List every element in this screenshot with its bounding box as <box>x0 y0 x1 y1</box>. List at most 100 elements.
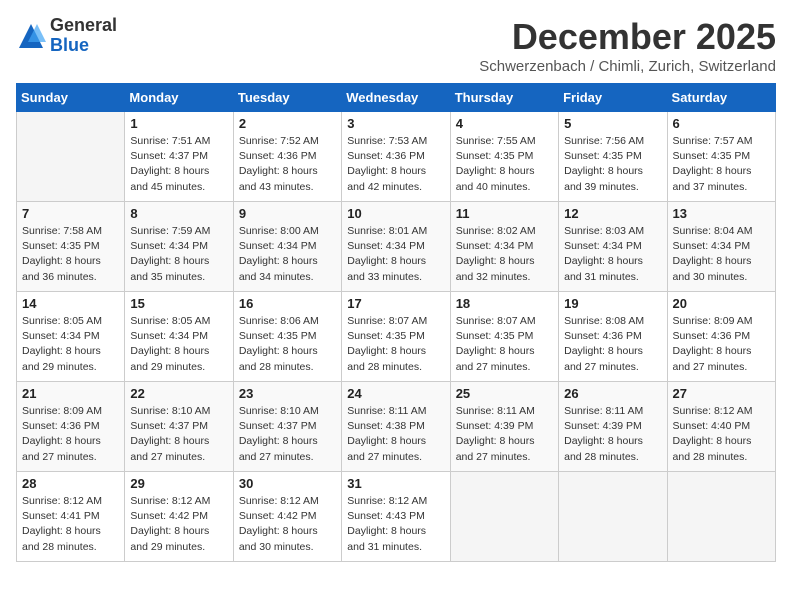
calendar-day-cell <box>667 472 775 562</box>
calendar-day-cell: 11 Sunrise: 8:02 AM Sunset: 4:34 PM Dayli… <box>450 202 558 292</box>
calendar-week-row: 1 Sunrise: 7:51 AM Sunset: 4:37 PM Daylig… <box>17 112 776 202</box>
weekday-header-cell: Tuesday <box>233 84 341 112</box>
weekday-header-cell: Saturday <box>667 84 775 112</box>
day-number: 1 <box>130 116 227 131</box>
weekday-header-cell: Wednesday <box>342 84 450 112</box>
day-info: Sunrise: 7:51 AM Sunset: 4:37 PM Dayligh… <box>130 134 227 195</box>
day-info: Sunrise: 8:01 AM Sunset: 4:34 PM Dayligh… <box>347 224 444 285</box>
day-info: Sunrise: 8:12 AM Sunset: 4:41 PM Dayligh… <box>22 494 119 555</box>
logo-blue-text: Blue <box>50 36 117 56</box>
day-number: 11 <box>456 206 553 221</box>
day-info: Sunrise: 7:56 AM Sunset: 4:35 PM Dayligh… <box>564 134 661 195</box>
day-number: 9 <box>239 206 336 221</box>
day-number: 25 <box>456 386 553 401</box>
day-info: Sunrise: 8:11 AM Sunset: 4:38 PM Dayligh… <box>347 404 444 465</box>
calendar-day-cell: 18Sunrise: 8:07 AM Sunset: 4:35 PM Dayli… <box>450 292 558 382</box>
calendar-day-cell: 27Sunrise: 8:12 AM Sunset: 4:40 PM Dayli… <box>667 382 775 472</box>
day-info: Sunrise: 7:57 AM Sunset: 4:35 PM Dayligh… <box>673 134 770 195</box>
day-number: 2 <box>239 116 336 131</box>
calendar-day-cell: 13Sunrise: 8:04 AM Sunset: 4:34 PM Dayli… <box>667 202 775 292</box>
day-info: Sunrise: 7:59 AM Sunset: 4:34 PM Dayligh… <box>130 224 227 285</box>
day-number: 16 <box>239 296 336 311</box>
day-info: Sunrise: 8:05 AM Sunset: 4:34 PM Dayligh… <box>22 314 119 375</box>
calendar-week-row: 14Sunrise: 8:05 AM Sunset: 4:34 PM Dayli… <box>17 292 776 382</box>
calendar-day-cell: 5 Sunrise: 7:56 AM Sunset: 4:35 PM Daylig… <box>559 112 667 202</box>
calendar-day-cell <box>450 472 558 562</box>
weekday-header-row: SundayMondayTuesdayWednesdayThursdayFrid… <box>17 84 776 112</box>
day-info: Sunrise: 8:10 AM Sunset: 4:37 PM Dayligh… <box>239 404 336 465</box>
day-info: Sunrise: 8:02 AM Sunset: 4:34 PM Dayligh… <box>456 224 553 285</box>
day-number: 27 <box>673 386 770 401</box>
calendar-day-cell: 24 Sunrise: 8:11 AM Sunset: 4:38 PM Dayli… <box>342 382 450 472</box>
day-info: Sunrise: 7:52 AM Sunset: 4:36 PM Dayligh… <box>239 134 336 195</box>
day-info: Sunrise: 8:10 AM Sunset: 4:37 PM Dayligh… <box>130 404 227 465</box>
calendar-day-cell: 17Sunrise: 8:07 AM Sunset: 4:35 PM Dayli… <box>342 292 450 382</box>
calendar-day-cell: 3 Sunrise: 7:53 AM Sunset: 4:36 PM Daylig… <box>342 112 450 202</box>
calendar-day-cell: 30Sunrise: 8:12 AM Sunset: 4:42 PM Dayli… <box>233 472 341 562</box>
weekday-header-cell: Friday <box>559 84 667 112</box>
weekday-header-cell: Monday <box>125 84 233 112</box>
day-number: 3 <box>347 116 444 131</box>
calendar-week-row: 21Sunrise: 8:09 AM Sunset: 4:36 PM Dayli… <box>17 382 776 472</box>
day-number: 20 <box>673 296 770 311</box>
calendar-day-cell: 31 Sunrise: 8:12 AM Sunset: 4:43 PM Dayli… <box>342 472 450 562</box>
calendar-week-row: 7 Sunrise: 7:58 AM Sunset: 4:35 PM Daylig… <box>17 202 776 292</box>
calendar-day-cell: 6 Sunrise: 7:57 AM Sunset: 4:35 PM Daylig… <box>667 112 775 202</box>
calendar-day-cell: 4Sunrise: 7:55 AM Sunset: 4:35 PM Daylig… <box>450 112 558 202</box>
day-info: Sunrise: 8:12 AM Sunset: 4:43 PM Dayligh… <box>347 494 444 555</box>
calendar-day-cell <box>559 472 667 562</box>
calendar-day-cell: 25Sunrise: 8:11 AM Sunset: 4:39 PM Dayli… <box>450 382 558 472</box>
calendar-day-cell: 15 Sunrise: 8:05 AM Sunset: 4:34 PM Dayli… <box>125 292 233 382</box>
day-info: Sunrise: 8:00 AM Sunset: 4:34 PM Dayligh… <box>239 224 336 285</box>
day-number: 12 <box>564 206 661 221</box>
day-number: 6 <box>673 116 770 131</box>
calendar-body: 1 Sunrise: 7:51 AM Sunset: 4:37 PM Daylig… <box>17 112 776 562</box>
day-number: 15 <box>130 296 227 311</box>
day-number: 24 <box>347 386 444 401</box>
day-info: Sunrise: 8:09 AM Sunset: 4:36 PM Dayligh… <box>673 314 770 375</box>
month-title: December 2025 <box>479 16 776 58</box>
calendar-day-cell: 1 Sunrise: 7:51 AM Sunset: 4:37 PM Daylig… <box>125 112 233 202</box>
day-number: 8 <box>130 206 227 221</box>
calendar-table: SundayMondayTuesdayWednesdayThursdayFrid… <box>16 83 776 562</box>
day-info: Sunrise: 8:06 AM Sunset: 4:35 PM Dayligh… <box>239 314 336 375</box>
calendar-day-cell: 9 Sunrise: 8:00 AM Sunset: 4:34 PM Daylig… <box>233 202 341 292</box>
page-header: General Blue December 2025 Schwerzenbach… <box>16 16 776 75</box>
day-number: 31 <box>347 476 444 491</box>
day-info: Sunrise: 7:58 AM Sunset: 4:35 PM Dayligh… <box>22 224 119 285</box>
calendar-day-cell: 20 Sunrise: 8:09 AM Sunset: 4:36 PM Dayli… <box>667 292 775 382</box>
calendar-day-cell: 26Sunrise: 8:11 AM Sunset: 4:39 PM Dayli… <box>559 382 667 472</box>
day-info: Sunrise: 8:04 AM Sunset: 4:34 PM Dayligh… <box>673 224 770 285</box>
day-info: Sunrise: 8:05 AM Sunset: 4:34 PM Dayligh… <box>130 314 227 375</box>
logo-icon <box>16 21 46 51</box>
day-info: Sunrise: 8:07 AM Sunset: 4:35 PM Dayligh… <box>347 314 444 375</box>
day-info: Sunrise: 8:08 AM Sunset: 4:36 PM Dayligh… <box>564 314 661 375</box>
calendar-day-cell: 23 Sunrise: 8:10 AM Sunset: 4:37 PM Dayli… <box>233 382 341 472</box>
day-number: 19 <box>564 296 661 311</box>
day-number: 7 <box>22 206 119 221</box>
day-number: 30 <box>239 476 336 491</box>
calendar-day-cell: 29Sunrise: 8:12 AM Sunset: 4:42 PM Dayli… <box>125 472 233 562</box>
day-number: 26 <box>564 386 661 401</box>
calendar-day-cell: 16 Sunrise: 8:06 AM Sunset: 4:35 PM Dayli… <box>233 292 341 382</box>
day-number: 23 <box>239 386 336 401</box>
day-info: Sunrise: 8:12 AM Sunset: 4:42 PM Dayligh… <box>130 494 227 555</box>
title-section: December 2025 Schwerzenbach / Chimli, Zu… <box>479 16 776 75</box>
day-number: 21 <box>22 386 119 401</box>
calendar-day-cell: 8 Sunrise: 7:59 AM Sunset: 4:34 PM Daylig… <box>125 202 233 292</box>
calendar-day-cell: 28Sunrise: 8:12 AM Sunset: 4:41 PM Dayli… <box>17 472 125 562</box>
day-info: Sunrise: 8:07 AM Sunset: 4:35 PM Dayligh… <box>456 314 553 375</box>
calendar-day-cell: 2 Sunrise: 7:52 AM Sunset: 4:36 PM Daylig… <box>233 112 341 202</box>
location-text: Schwerzenbach / Chimli, Zurich, Switzerl… <box>479 58 776 75</box>
day-info: Sunrise: 7:53 AM Sunset: 4:36 PM Dayligh… <box>347 134 444 195</box>
day-number: 4 <box>456 116 553 131</box>
calendar-day-cell: 19 Sunrise: 8:08 AM Sunset: 4:36 PM Dayli… <box>559 292 667 382</box>
logo: General Blue <box>16 16 117 56</box>
day-number: 5 <box>564 116 661 131</box>
weekday-header-cell: Thursday <box>450 84 558 112</box>
calendar-week-row: 28Sunrise: 8:12 AM Sunset: 4:41 PM Dayli… <box>17 472 776 562</box>
day-info: Sunrise: 8:03 AM Sunset: 4:34 PM Dayligh… <box>564 224 661 285</box>
calendar-day-cell: 12 Sunrise: 8:03 AM Sunset: 4:34 PM Dayli… <box>559 202 667 292</box>
calendar-day-cell: 10Sunrise: 8:01 AM Sunset: 4:34 PM Dayli… <box>342 202 450 292</box>
calendar-day-cell: 7 Sunrise: 7:58 AM Sunset: 4:35 PM Daylig… <box>17 202 125 292</box>
